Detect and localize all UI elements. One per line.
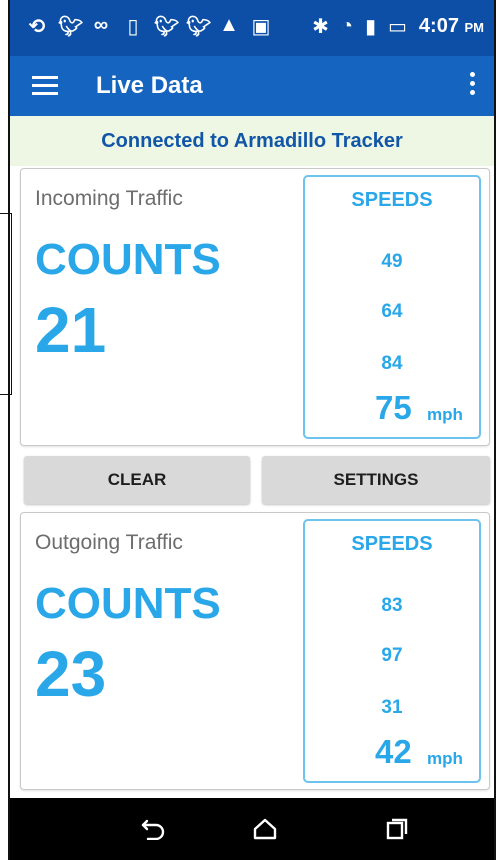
wifi-icon: ◔ — [340, 15, 353, 37]
speed-item: 64 — [381, 301, 403, 322]
phone-screen: ⟲ 🐦︎ ∞ ▯ 🐦︎ 🐦︎ ▲ ▣ ✱ ◔ ▮ ▭ 4:07 PM Live … — [0, 0, 498, 860]
frame-edge — [8, 0, 10, 860]
settings-button[interactable]: SETTINGS — [262, 456, 490, 504]
system-icons: ✱ ◔ ▮ ▭ 4:07 PM — [312, 14, 484, 39]
counts-label: COUNTS — [35, 235, 221, 284]
recent-apps-icon[interactable] — [362, 798, 432, 860]
navigation-bar — [10, 798, 494, 860]
speed-unit: mph — [427, 749, 463, 768]
clear-button[interactable]: CLEAR — [24, 456, 250, 504]
overflow-menu-icon[interactable] — [470, 72, 476, 98]
speed-item: 31 — [381, 697, 403, 718]
twitter-icon: 🐦︎ — [58, 16, 84, 38]
current-speed: 75 — [375, 389, 412, 426]
back-icon[interactable] — [118, 798, 188, 860]
speed-item: 97 — [381, 645, 403, 666]
panel-title: Outgoing Traffic — [35, 531, 183, 554]
speed-item: 83 — [381, 595, 403, 616]
menu-icon[interactable] — [32, 76, 58, 96]
speed-item: 49 — [381, 251, 403, 272]
home-icon[interactable] — [230, 798, 300, 860]
status-bar: ⟲ 🐦︎ ∞ ▯ 🐦︎ 🐦︎ ▲ ▣ ✱ ◔ ▮ ▭ 4:07 PM — [10, 0, 494, 56]
count-value: 21 — [35, 294, 107, 366]
signal-icon: ▮ — [364, 16, 376, 38]
count-value: 23 — [35, 638, 107, 710]
current-speed: 42 — [375, 733, 412, 770]
twitter-icon: 🐦︎ — [154, 16, 180, 38]
counts-label: COUNTS — [35, 579, 221, 628]
notification-icons: ⟲ 🐦︎ ∞ ▯ 🐦︎ 🐦︎ ▲ ▣ — [26, 14, 272, 39]
speeds-box: SPEEDS 83 97 31 42 mph — [303, 519, 481, 783]
panel-title: Incoming Traffic — [35, 187, 183, 210]
frame-edge — [494, 0, 496, 860]
bluetooth-icon: ✱ — [312, 16, 329, 38]
clock: 4:07 PM — [418, 15, 484, 37]
twitter-icon: 🐦︎ — [186, 16, 212, 38]
speeds-header: SPEEDS — [351, 189, 433, 211]
page-title: Live Data — [96, 72, 203, 99]
speed-unit: mph — [427, 405, 463, 424]
speeds-header: SPEEDS — [351, 533, 433, 555]
annotation-bracket — [0, 213, 12, 395]
outgoing-traffic-panel: Outgoing Traffic COUNTS 23 SPEEDS 83 97 … — [20, 512, 490, 790]
speeds-box: SPEEDS 49 64 84 75 mph — [303, 175, 481, 439]
sync-icon: ⟲ — [28, 16, 46, 38]
warning-icon: ▲ — [219, 14, 239, 36]
app-bar: Live Data — [10, 56, 494, 116]
incoming-traffic-panel: Incoming Traffic COUNTS 21 SPEEDS 49 64 … — [20, 168, 490, 446]
speed-item: 84 — [381, 353, 403, 374]
battery-icon: ▭ — [388, 16, 407, 38]
voicemail-icon: ∞ — [93, 14, 109, 36]
phone-icon: ▯ — [127, 16, 139, 38]
connection-status-banner: Connected to Armadillo Tracker — [10, 116, 494, 166]
photo-icon: ▣ — [251, 16, 271, 38]
